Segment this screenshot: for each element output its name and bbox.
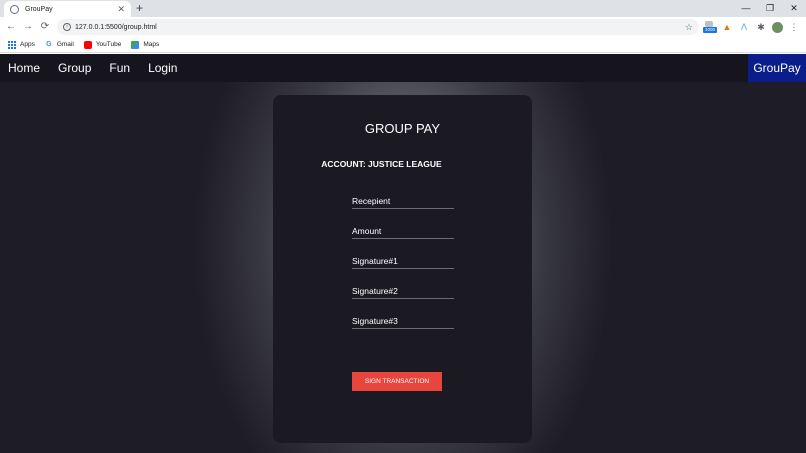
signature-1-input[interactable]: [352, 252, 454, 270]
recipient-input[interactable]: [352, 192, 454, 210]
signature-2-input[interactable]: [352, 282, 454, 300]
bookmark-apps[interactable]: Apps: [8, 40, 35, 49]
bookmark-maps[interactable]: Maps: [131, 40, 160, 49]
metamask-icon[interactable]: ▲: [721, 21, 733, 33]
address-bar[interactable]: i 127.0.0.1:5500/group.html ☆: [57, 19, 699, 35]
youtube-icon: [83, 40, 92, 49]
avatar[interactable]: [771, 21, 783, 33]
url-text[interactable]: 127.0.0.1:5500/group.html: [75, 24, 685, 31]
browser-toolbar: ← → ⟳ i 127.0.0.1:5500/group.html ☆ 1000…: [0, 17, 806, 37]
google-icon: G: [46, 40, 52, 48]
new-tab-button[interactable]: +: [136, 1, 143, 16]
brand-link[interactable]: GrouPay: [748, 54, 806, 82]
extension-badge-count: 1000: [703, 27, 717, 33]
bookmarks-bar: Apps G Gmail YouTube Maps: [0, 37, 806, 53]
restore-button[interactable]: ❐: [758, 0, 782, 17]
sign-transaction-button[interactable]: SIGN TRANSACTION: [352, 372, 442, 391]
forward-button[interactable]: →: [21, 20, 35, 34]
browser-tab[interactable]: GrouPay ✕: [4, 1, 131, 17]
signature-3-field-wrap: [352, 311, 454, 330]
menu-icon[interactable]: ⋮: [788, 21, 800, 33]
bookmark-gmail[interactable]: G Gmail: [45, 41, 74, 49]
favicon-icon: [10, 4, 19, 14]
signature-3-input[interactable]: [352, 312, 454, 330]
text-extension-icon[interactable]: Λ: [738, 21, 750, 33]
nav-login[interactable]: Login: [148, 54, 177, 82]
account-label: ACCOUNT: JUSTICE LEAGUE: [321, 159, 442, 169]
bookmark-label: Apps: [20, 41, 35, 48]
group-pay-card: GROUP PAY ACCOUNT: JUSTICE LEAGUE SIGN T…: [273, 95, 532, 443]
bookmark-star-icon[interactable]: ☆: [685, 22, 693, 33]
nav-group[interactable]: Group: [58, 54, 91, 82]
site-info-icon[interactable]: i: [63, 23, 71, 31]
bookmark-label: Maps: [143, 41, 160, 48]
back-button[interactable]: ←: [4, 20, 18, 34]
recipient-field-wrap: [352, 191, 454, 210]
top-navigation: Home Group Fun Login GrouPay: [0, 54, 806, 82]
signature-1-field-wrap: [352, 251, 454, 270]
amount-field-wrap: [352, 221, 454, 240]
bookmark-label: YouTube: [95, 41, 122, 48]
browser-tabstrip: GrouPay ✕ + — ❐ ✕: [0, 0, 806, 17]
page-content: Home Group Fun Login GrouPay GROUP PAY A…: [0, 54, 806, 453]
card-title: GROUP PAY: [364, 121, 441, 136]
amount-input[interactable]: [352, 222, 454, 240]
reload-button[interactable]: ⟳: [38, 20, 52, 34]
signature-2-field-wrap: [352, 281, 454, 300]
bookmark-youtube[interactable]: YouTube: [83, 40, 122, 49]
minimize-button[interactable]: —: [734, 0, 758, 17]
extension-badge-icon[interactable]: 1000: [703, 21, 717, 33]
maps-icon: [131, 40, 140, 49]
tab-close-icon[interactable]: ✕: [117, 4, 125, 15]
window-close-button[interactable]: ✕: [782, 0, 806, 17]
puzzle-icon[interactable]: ✱: [755, 21, 767, 33]
tab-title: GrouPay: [25, 5, 53, 13]
nav-fun[interactable]: Fun: [109, 54, 130, 82]
apps-grid-icon: [8, 40, 16, 49]
nav-home[interactable]: Home: [8, 54, 40, 82]
bookmark-label: Gmail: [56, 41, 74, 48]
